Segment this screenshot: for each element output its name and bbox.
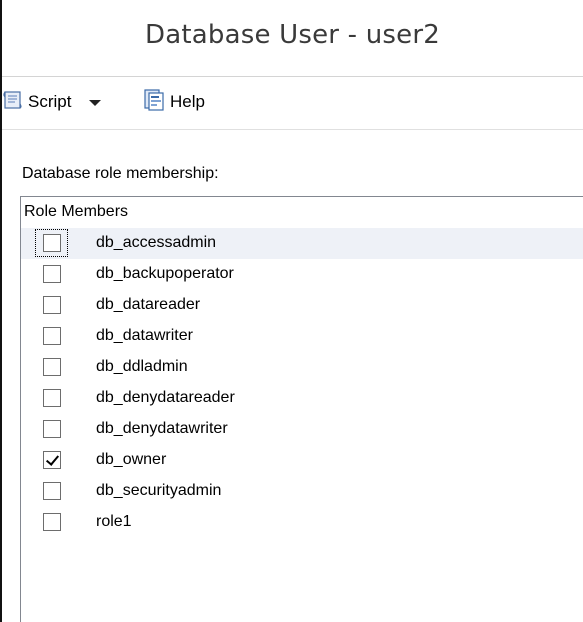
role-label: db_owner [96, 451, 167, 468]
role-row-db-datareader[interactable]: db_datareader [21, 290, 583, 321]
role-label: role1 [96, 513, 132, 530]
role-row-role1[interactable]: role1 [21, 507, 583, 538]
toolbar-divider [2, 129, 583, 130]
help-icon [142, 88, 166, 117]
script-label: Script [28, 92, 72, 111]
role-label: db_securityadmin [96, 482, 222, 499]
role-label: db_denydatawriter [96, 420, 228, 437]
role-row-db-ddladmin[interactable]: db_ddladmin [21, 352, 583, 383]
role-row-db-denydatareader[interactable]: db_denydatareader [21, 383, 583, 414]
role-row-db-securityadmin[interactable]: db_securityadmin [21, 476, 583, 507]
help-label: Help [170, 92, 205, 111]
role-checkbox[interactable] [43, 234, 61, 252]
title-bar: Database User - user2 [2, 0, 583, 77]
window-title: Database User - user2 [145, 20, 440, 50]
role-checkbox[interactable] [43, 327, 61, 345]
role-checkbox[interactable] [43, 513, 61, 531]
role-checkbox[interactable] [43, 451, 61, 469]
role-members-column-header[interactable]: Role Members [24, 203, 128, 221]
role-label: db_datawriter [96, 327, 193, 344]
role-row-db-backupoperator[interactable]: db_backupoperator [21, 259, 583, 290]
role-checkbox[interactable] [43, 389, 61, 407]
role-checkbox[interactable] [43, 265, 61, 283]
toolbar: Script Help [2, 77, 583, 127]
script-icon [2, 89, 24, 116]
role-row-db-denydatawriter[interactable]: db_denydatawriter [21, 414, 583, 445]
role-label: db_datareader [96, 296, 201, 313]
chevron-down-icon[interactable] [89, 100, 102, 106]
dialog-window: Database User - user2 Script Help Databa… [0, 0, 583, 622]
help-button[interactable]: Help [142, 86, 205, 118]
role-label: db_denydatareader [96, 389, 235, 406]
role-checkbox[interactable] [43, 296, 61, 314]
grid-header: Role Members [21, 197, 583, 228]
role-label: db_backupoperator [96, 265, 234, 282]
script-button[interactable]: Script [2, 86, 102, 118]
role-row-db-datawriter[interactable]: db_datawriter [21, 321, 583, 352]
role-checkbox[interactable] [43, 358, 61, 376]
role-row-db-accessadmin[interactable]: db_accessadmin [21, 228, 583, 259]
role-row-db-owner[interactable]: db_owner [21, 445, 583, 476]
role-label: db_accessadmin [96, 234, 217, 251]
role-members-grid[interactable]: Role Members db_accessadmin db_backupope… [20, 196, 583, 622]
role-label: db_ddladmin [96, 358, 188, 375]
role-checkbox[interactable] [43, 420, 61, 438]
role-checkbox[interactable] [43, 482, 61, 500]
role-membership-label: Database role membership: [22, 165, 219, 182]
